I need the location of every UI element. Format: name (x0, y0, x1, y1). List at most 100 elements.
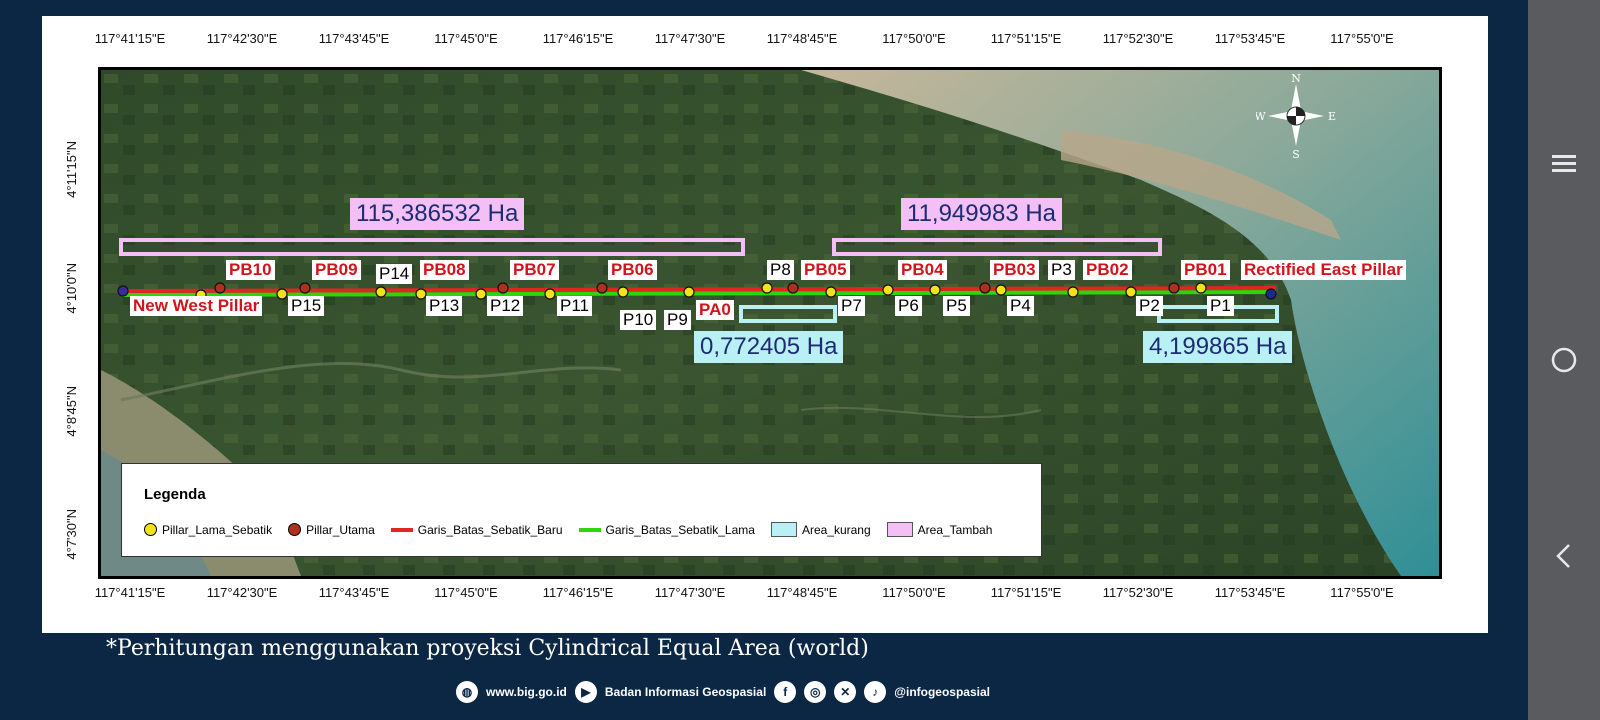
menu-icon[interactable] (1546, 146, 1582, 182)
p2-dot (1125, 286, 1137, 298)
footer-handle[interactable]: @infogeospasial (894, 685, 990, 699)
bottom-tick-9: 117°52'30"E (1102, 585, 1174, 600)
compass-e-label: E (1328, 110, 1336, 123)
tiktok-icon[interactable]: ♪ (864, 681, 887, 703)
bottom-tick-8: 117°51'15"E (990, 585, 1062, 600)
youtube-icon[interactable]: ▶ (574, 681, 597, 703)
pillar-label-pb09: PB09 (312, 260, 361, 280)
p13-dot (415, 288, 427, 300)
legend-label: Pillar_Lama_Sebatik (162, 522, 273, 537)
pillar-label-p3: P3 (1048, 260, 1075, 280)
legend-swatch (390, 527, 413, 532)
east-pillar-dot (1265, 288, 1277, 300)
compass-rose-icon: N S E W (1254, 70, 1336, 161)
pb03-dot (979, 282, 991, 294)
top-tick-9: 117°52'30"E (1102, 31, 1174, 46)
legend-items: Pillar_Lama_Sebatik Pillar_Utama Garis_Bat… (144, 522, 1002, 537)
bottom-tick-0: 117°41'15"E (94, 585, 166, 600)
pillar-label-pb04: PB04 (898, 260, 947, 280)
bottom-tick-1: 117°42'30"E (206, 585, 278, 600)
legend-item: Pillar_Lama_Sebatik (144, 523, 272, 537)
p4-dot (995, 284, 1007, 296)
globe-icon: ◍ (456, 681, 478, 703)
legend-item: Garis_Batas_Sebatik_Lama (578, 523, 755, 537)
p11-dot (544, 288, 556, 300)
bottom-tick-11: 117°55'0"E (1330, 585, 1394, 600)
bottom-tick-10: 117°53'45"E (1214, 585, 1286, 600)
pillar-label-p9: P9 (664, 310, 691, 330)
pillar-label-pa0: PA0 (696, 300, 734, 320)
pb10-dot (214, 282, 226, 294)
footer: ◍ www.big.go.id ▶ Badan Informasi Geospa… (456, 680, 990, 704)
pillar-label-p12: P12 (487, 296, 524, 316)
bottom-tick-7: 117°50'0"E (882, 585, 946, 600)
area-kurang-east-label: 4,199865 Ha (1143, 331, 1293, 363)
back-chevron-icon[interactable] (1546, 538, 1582, 574)
legend: Legenda Pillar_Lama_Sebatik Pillar_Utama G… (121, 463, 1042, 557)
legend-swatch (886, 522, 913, 537)
instagram-icon[interactable]: ◎ (804, 681, 827, 703)
bottom-tick-3: 117°45'0"E (434, 585, 498, 600)
pillar-label-p4: P4 (1007, 296, 1034, 316)
footer-org: Badan Informasi Geospasial (604, 685, 767, 699)
compass-s-label: S (1292, 148, 1300, 160)
legend-item: Pillar_Utama (288, 523, 375, 537)
p15-dot (276, 288, 288, 300)
pillar-label-pb10: PB10 (226, 260, 275, 280)
pillar-label-pb06: PB06 (608, 260, 657, 280)
left-tick-2: 4°8'45"N (64, 386, 79, 437)
top-tick-1: 117°42'30"E (206, 31, 278, 46)
p3-dot (1067, 286, 1079, 298)
facebook-icon[interactable]: f (774, 681, 797, 703)
pillar-label-pb02: PB02 (1083, 260, 1132, 280)
legend-label: Area_kurang (801, 522, 871, 537)
slide: 117°41'15"E 117°42'30"E 117°43'45"E 117°45'… (0, 0, 1528, 720)
pillar-label-pb01: PB01 (1181, 260, 1230, 280)
area-tambah-east-label: 11,949983 Ha (901, 198, 1063, 230)
system-navbar (1528, 0, 1600, 720)
pillar-label-p8: P8 (767, 260, 794, 280)
compass-w-label: W (1256, 110, 1266, 123)
x-icon[interactable]: ✕ (834, 681, 857, 703)
legend-swatch (578, 527, 601, 532)
top-tick-6: 117°48'45"E (766, 31, 838, 46)
pillar-label-new-west: New West Pillar (130, 296, 263, 316)
left-tick-1: 4°10'0"N (64, 263, 79, 314)
top-tick-5: 117°47'30"E (654, 31, 726, 46)
area-kurang-west-label: 0,772405 Ha (694, 331, 844, 363)
p10-dot (617, 286, 629, 298)
bottom-tick-2: 117°43'45"E (318, 585, 390, 600)
pillar-label-p10: P10 (620, 310, 657, 330)
p12-dot (475, 288, 487, 300)
pb09-dot (299, 282, 311, 294)
footnote: *Perhitungan menggunakan proyeksi Cylind… (106, 636, 869, 661)
pillar-label-p11: P11 (557, 296, 592, 316)
legend-label: Pillar_Utama (306, 522, 375, 537)
top-tick-11: 117°55'0"E (1330, 31, 1394, 46)
legend-label: Area_Tambah (917, 522, 993, 537)
pillar-label-p6: P6 (895, 296, 922, 316)
left-tick-3: 4°7'30"N (64, 509, 79, 560)
top-tick-4: 117°46'15"E (542, 31, 614, 46)
left-tick-0: 4°11'15"N (64, 141, 79, 198)
pillar-label-p7: P7 (838, 296, 865, 316)
pillar-label-p15: P15 (288, 296, 325, 316)
p6-dot (882, 284, 894, 296)
legend-swatch (144, 523, 157, 536)
legend-item: Garis_Batas_Sebatik_Baru (390, 523, 563, 537)
pillar-label-pb07: PB07 (510, 260, 559, 280)
pillar-label-p13: P13 (426, 296, 463, 316)
legend-swatch (288, 523, 302, 536)
top-tick-10: 117°53'45"E (1214, 31, 1286, 46)
p7-dot (825, 286, 837, 298)
pillar-label-p1: P1 (1207, 296, 1234, 316)
pb05-dot (787, 282, 799, 294)
bottom-tick-5: 117°47'30"E (654, 585, 726, 600)
p14-dot (375, 286, 387, 298)
home-circle-icon[interactable] (1546, 342, 1582, 378)
footer-website[interactable]: www.big.go.id (486, 685, 567, 699)
pb01-dot (1168, 282, 1180, 294)
top-tick-7: 117°50'0"E (882, 31, 946, 46)
p1-dot (1195, 282, 1207, 294)
p9-dot (683, 286, 695, 298)
